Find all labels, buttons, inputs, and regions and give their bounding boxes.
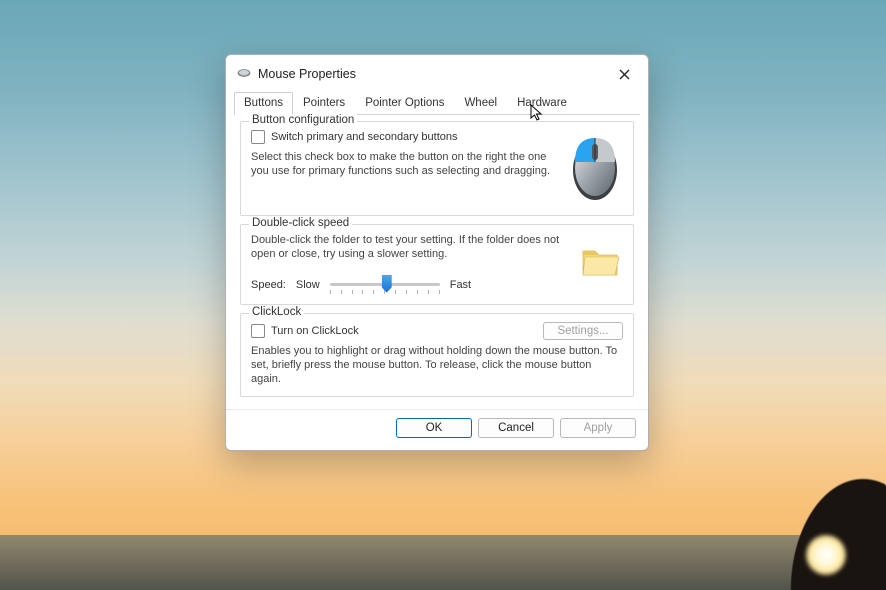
group-button-configuration: Button configuration Switch primary and … [240, 121, 634, 216]
background-sea [0, 535, 886, 590]
window-title: Mouse Properties [258, 67, 604, 81]
switch-buttons-description: Select this check box to make the button… [251, 150, 557, 179]
double-click-description: Double-click the folder to test your set… [251, 233, 563, 262]
group-title-double-click: Double-click speed [249, 217, 352, 229]
switch-buttons-label: Switch primary and secondary buttons [271, 131, 457, 143]
fast-label: Fast [450, 279, 471, 291]
titlebar[interactable]: Mouse Properties [226, 55, 648, 91]
tab-content: Button configuration Switch primary and … [226, 115, 648, 409]
speed-label: Speed: [251, 279, 286, 291]
tab-pointers[interactable]: Pointers [293, 92, 355, 115]
mouse-icon [236, 67, 252, 82]
group-title-button-config: Button configuration [249, 114, 357, 126]
mouse-properties-dialog: Mouse Properties Buttons Pointers Pointe… [225, 54, 649, 451]
background-sun [806, 535, 846, 575]
apply-button[interactable]: Apply [560, 418, 636, 438]
folder-test-icon[interactable] [577, 233, 623, 294]
clicklock-settings-button[interactable]: Settings... [543, 322, 623, 340]
switch-buttons-checkbox[interactable] [251, 130, 265, 144]
tab-wheel[interactable]: Wheel [454, 92, 507, 115]
double-click-slider[interactable] [330, 276, 440, 294]
ok-button[interactable]: OK [396, 418, 472, 438]
clicklock-description: Enables you to highlight or drag without… [251, 344, 623, 387]
tab-buttons[interactable]: Buttons [234, 92, 293, 115]
tab-pointer-options[interactable]: Pointer Options [355, 92, 454, 115]
dialog-footer: OK Cancel Apply [226, 409, 648, 450]
clicklock-checkbox[interactable] [251, 324, 265, 338]
group-clicklock: ClickLock Turn on ClickLock Settings... … [240, 313, 634, 398]
close-button[interactable] [610, 63, 638, 85]
slow-label: Slow [296, 279, 320, 291]
clicklock-label: Turn on ClickLock [271, 325, 359, 337]
tab-hardware[interactable]: Hardware [507, 92, 577, 115]
mouse-illustration [567, 130, 623, 205]
cancel-button[interactable]: Cancel [478, 418, 554, 438]
group-title-clicklock: ClickLock [249, 306, 304, 318]
group-double-click-speed: Double-click speed Double-click the fold… [240, 224, 634, 305]
tab-strip: Buttons Pointers Pointer Options Wheel H… [234, 91, 640, 115]
